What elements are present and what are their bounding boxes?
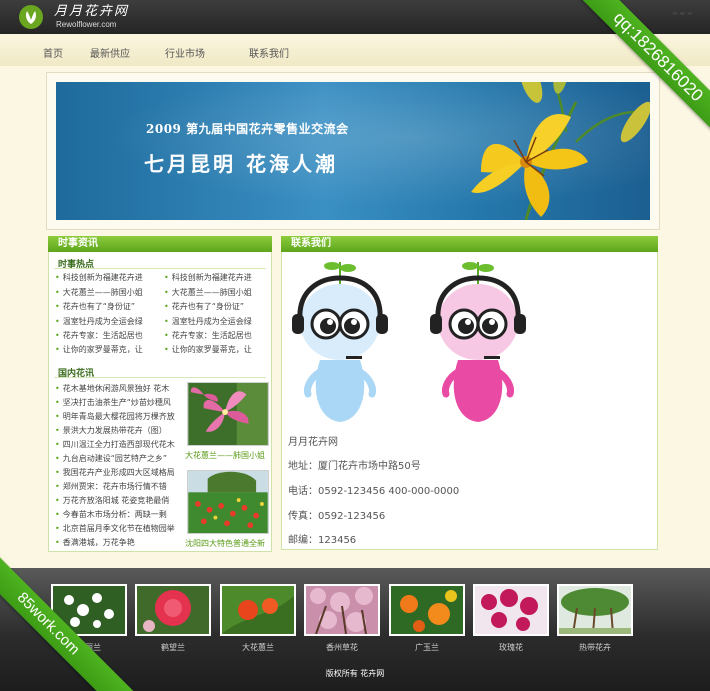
gallery-caption-4: 香州草花 <box>326 643 358 652</box>
gallery-thumb-4[interactable] <box>304 584 380 636</box>
nav-home[interactable]: 首页 <box>43 45 63 60</box>
red-flower-thumb <box>137 586 209 634</box>
nav-industry-market[interactable]: 行业市场 <box>165 45 205 60</box>
hot-news-item[interactable]: 温室牡丹成为全运会绿 <box>164 317 252 327</box>
contact-fax: 传真：0592-123456 <box>288 511 386 522</box>
logo-subtitle: Rewolflower.com <box>56 20 117 29</box>
hot-news-divider <box>54 268 266 269</box>
flower-garden-photo[interactable] <box>187 470 269 534</box>
contact-postcode: 邮编：123456 <box>288 535 357 546</box>
blue-mascot-image <box>292 262 388 422</box>
gallery-thumb-2[interactable] <box>135 584 211 636</box>
banner[interactable]: 2009 第九届中国花卉零售业交流会 七月昆明 花海人潮 <box>56 82 650 220</box>
gallery-caption-6: 玫瑰花 <box>499 643 523 652</box>
domestic-news-item[interactable]: 香满港城，万花争艳 <box>55 538 135 548</box>
hot-news-item[interactable]: 大花蕙兰——肺国小姐 <box>164 288 252 298</box>
contact-phone: 电话：0592-123456 400-000-0000 <box>288 486 460 497</box>
hot-news-item[interactable]: 花卉专家：生活起居也 <box>55 331 143 341</box>
domestic-news-item[interactable]: 景洪大力发展热带花卉（图） <box>55 426 167 436</box>
blossom-tree-thumb <box>306 586 378 635</box>
domestic-news-item[interactable]: 我国花卉产业形成四大区域格局 <box>55 468 175 478</box>
nasturtium-thumb <box>391 586 463 634</box>
hot-news-item[interactable]: 让你的家罗曼蒂克，让 <box>164 345 252 355</box>
main-nav: 首页 最新供应 行业市场 联系我们 <box>0 34 710 66</box>
domestic-news-item[interactable]: 万花齐放洛阳城 花姿竞艳最俏 <box>55 496 170 506</box>
domestic-news-item[interactable]: 郑州贾宋：花卉市场行情不错 <box>55 482 167 492</box>
gallery-thumb-5[interactable] <box>389 584 465 636</box>
top-right-decoration: ▬ ▬ ▬ <box>672 10 693 17</box>
hot-news-item[interactable]: 让你的家罗曼蒂克，让 <box>55 345 143 355</box>
contact-company: 月月花卉网 <box>288 437 338 448</box>
banner-subtitle: 2009 第九届中国花卉零售业交流会 <box>146 122 349 136</box>
news-panel-title: 时事资讯 <box>48 236 272 252</box>
rose-thumb <box>475 586 547 634</box>
photo-caption-orchid[interactable]: 大花蕙兰——肺国小姐 <box>185 450 265 461</box>
domestic-news-item[interactable]: 北京首届月季文化节在植物园举 <box>55 524 175 534</box>
logo-text[interactable]: 月月花卉网 <box>54 5 129 19</box>
photo-caption-garden[interactable]: 沈阳四大特色普通全新 <box>185 538 265 549</box>
domestic-news-item[interactable]: 坚决打击油茶生产“炒苗炒穗风 <box>55 398 171 408</box>
hot-news-item[interactable]: 大花蕙兰——肺国小姐 <box>55 288 143 298</box>
contact-panel-title: 联系我们 <box>281 236 658 252</box>
pink-orchid-photo[interactable] <box>187 382 269 446</box>
nav-latest-supply[interactable]: 最新供应 <box>90 45 130 60</box>
hot-news-item[interactable]: 花卉专家：生活起居也 <box>164 331 252 341</box>
gallery-caption-7: 热带花卉 <box>579 643 611 652</box>
pink-mascot-image <box>430 262 526 422</box>
domestic-news-divider <box>54 377 266 378</box>
domestic-news-item[interactable]: 明年青岛最大樱花园将万棵齐放 <box>55 412 175 422</box>
logo-flower-icon[interactable] <box>18 4 44 30</box>
gallery-thumb-7[interactable] <box>557 584 633 636</box>
gallery-caption-3: 大花蕙兰 <box>242 643 274 652</box>
banner-title: 七月昆明 花海人潮 <box>144 152 338 176</box>
orange-flower-thumb <box>222 586 294 634</box>
hot-news-item[interactable]: 科技创新为福建花卉进 <box>55 273 143 283</box>
domestic-news-item[interactable]: 四川温江全力打造西部现代花木 <box>55 440 175 450</box>
tropical-tree-thumb <box>559 586 631 635</box>
nav-contact-us[interactable]: 联系我们 <box>249 45 289 60</box>
hot-news-item[interactable]: 花卉也有了“身份证” <box>55 302 135 312</box>
hot-news-item[interactable]: 花卉也有了“身份证” <box>164 302 244 312</box>
gallery-thumb-3[interactable] <box>220 584 296 636</box>
domestic-news-item[interactable]: 九台启动建设“园艺特产之乡” <box>55 454 167 464</box>
domestic-news-item[interactable]: 今春苗木市场分析：两缺一剩 <box>55 510 167 520</box>
gallery-caption-2: 鹤望兰 <box>161 643 185 652</box>
hot-news-item[interactable]: 温室牡丹成为全运会绿 <box>55 317 143 327</box>
gallery-caption-5: 广玉兰 <box>415 643 439 652</box>
gallery-thumb-6[interactable] <box>473 584 549 636</box>
domestic-news-item[interactable]: 花木基地休闲游风景独好 花木 <box>55 384 170 394</box>
contact-address: 地址：厦门花卉市场中路50号 <box>288 461 421 472</box>
hot-news-item[interactable]: 科技创新为福建花卉进 <box>164 273 252 283</box>
